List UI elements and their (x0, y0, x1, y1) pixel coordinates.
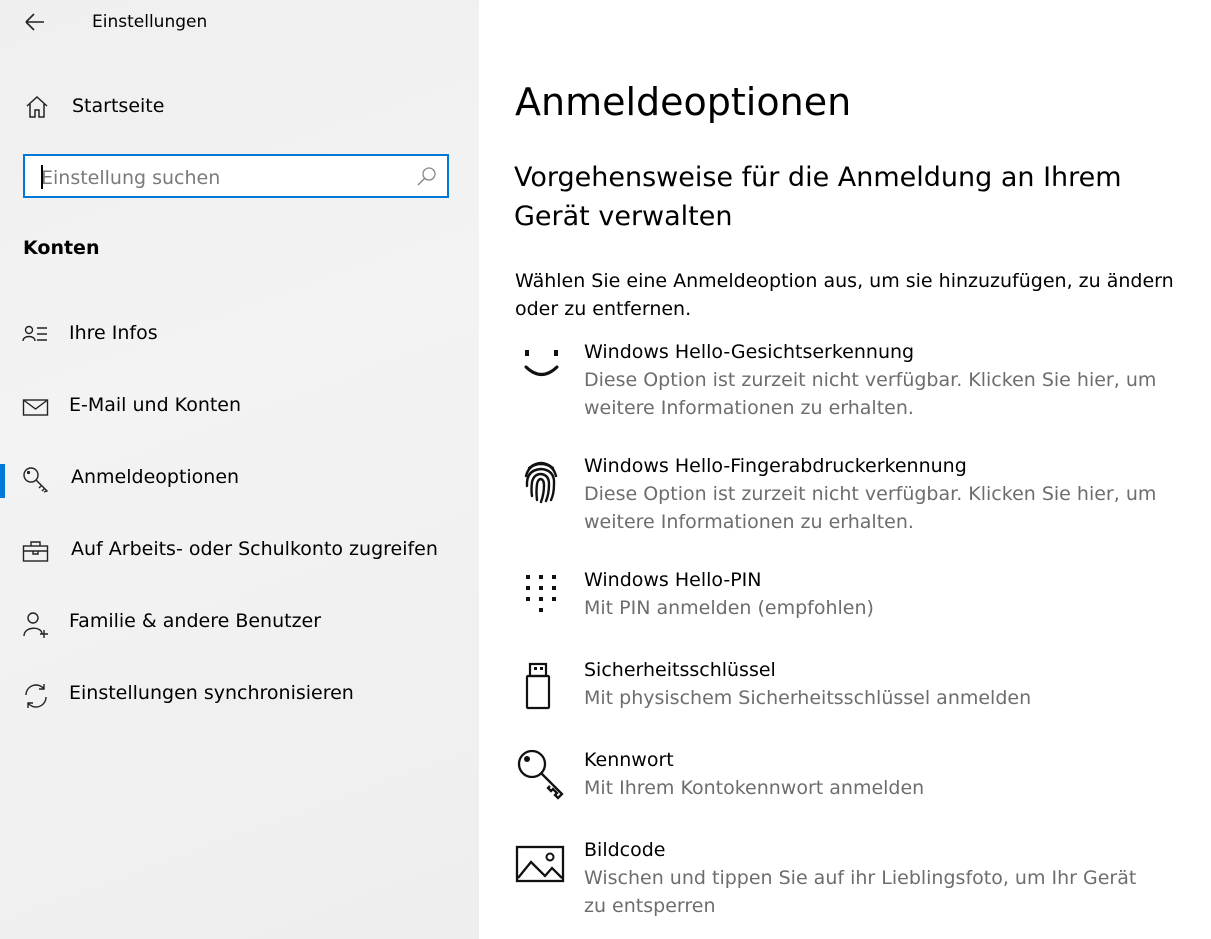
page-title: Anmeldeoptionen (515, 80, 852, 124)
sidebar-item-label: Anmeldeoptionen (71, 466, 240, 488)
home-link[interactable]: Startseite (22, 90, 442, 126)
search-box[interactable] (23, 154, 449, 198)
usb-key-icon (525, 662, 551, 710)
main-content: Anmeldeoptionen Vorgehensweise für die A… (479, 0, 1211, 939)
search-input[interactable] (39, 164, 413, 192)
option-description: Wischen und tippen Sie auf ihr Lieblings… (584, 867, 1137, 917)
page-subtitle: Vorgehensweise für die Anmeldung an Ihre… (514, 162, 1122, 232)
sidebar-item-ihre-infos[interactable]: Ihre Infos (0, 308, 479, 364)
picture-icon (515, 845, 565, 883)
key-icon (23, 467, 49, 493)
sidebar-item-label: Einstellungen synchronisieren (69, 682, 354, 704)
option-title: Windows Hello-Gesichtserkennung (584, 341, 915, 363)
sync-icon (25, 684, 47, 708)
option-title: Windows Hello-PIN (584, 569, 762, 591)
fingerprint-icon (524, 461, 558, 504)
back-arrow-icon (25, 13, 44, 31)
option-title: Sicherheitsschlüssel (584, 659, 776, 681)
back-button[interactable] (20, 8, 50, 36)
sidebar-item-label: Auf Arbeits- oder Schulkonto zugreifen (71, 538, 438, 560)
sidebar-item-sync[interactable]: Einstellungen synchronisieren (0, 668, 479, 724)
sidebar: Einstellungen Startseite Konten Ihre Inf… (0, 0, 479, 939)
sidebar-item-label: Familie & andere Benutzer (69, 610, 322, 632)
option-title: Bildcode (584, 839, 666, 861)
sidebar-item-arbeitskonto[interactable]: Auf Arbeits- oder Schulkonto zugreifen (0, 524, 479, 580)
pin-keypad-icon (526, 575, 556, 612)
add-user-icon (23, 612, 48, 638)
option-description: Diese Option ist zurzeit nicht verfügbar… (584, 483, 1157, 533)
page-description: Wählen Sie eine Anmeldeoption aus, um si… (515, 270, 1174, 320)
search-icon[interactable] (415, 166, 437, 188)
text-caret (41, 165, 43, 189)
option-description: Diese Option ist zurzeit nicht verfügbar… (584, 369, 1157, 419)
briefcase-icon (22, 541, 49, 562)
sidebar-item-label: E-Mail und Konten (69, 394, 242, 416)
home-icon (26, 95, 48, 118)
option-description: Mit Ihrem Kontokennwort anmelden (584, 777, 925, 799)
sidebar-item-label: Ihre Infos (69, 322, 158, 344)
sidebar-item-familie[interactable]: Familie & andere Benutzer (0, 596, 479, 652)
option-description: Mit PIN anmelden (empfohlen) (584, 597, 874, 619)
face-icon (524, 350, 559, 376)
section-label: Konten (23, 237, 100, 259)
option-title: Kennwort (584, 749, 674, 771)
sidebar-item-email[interactable]: E-Mail und Konten (0, 380, 479, 436)
option-title: Windows Hello-Fingerabdruckerkennung (584, 455, 967, 477)
app-title: Einstellungen (92, 12, 208, 32)
active-indicator (0, 464, 5, 498)
mail-icon (22, 399, 49, 416)
sidebar-item-anmeldeoptionen[interactable]: Anmeldeoptionen (0, 452, 479, 508)
contact-info-icon (22, 325, 47, 342)
home-label: Startseite (72, 95, 165, 117)
option-description: Mit physischem Sicherheitsschlüssel anme… (584, 687, 1032, 709)
password-key-icon (517, 749, 564, 800)
